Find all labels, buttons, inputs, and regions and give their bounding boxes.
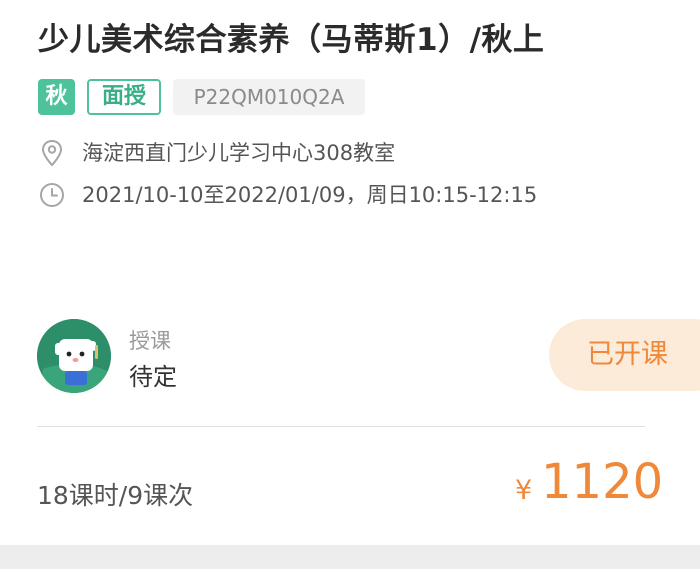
- season-tag: 秋: [38, 79, 75, 115]
- divider: [37, 426, 645, 427]
- lesson-count: 18课时/9课次: [37, 481, 194, 510]
- currency-symbol: ¥: [515, 475, 533, 506]
- teaching-mode-tag: 面授: [87, 79, 161, 115]
- teacher-label: 授课: [129, 329, 171, 353]
- location-text: 海淀西直门少儿学习中心308教室: [82, 141, 396, 165]
- course-card[interactable]: 少儿美术综合素养（马蒂斯1）/秋上 秋 面授 P22QM010Q2A 海淀西直门…: [0, 0, 700, 545]
- teacher-name: 待定: [129, 363, 177, 391]
- teacher-block: 授课 待定: [37, 319, 337, 393]
- course-code-tag: P22QM010Q2A: [173, 79, 365, 115]
- teacher-avatar: [37, 319, 111, 393]
- schedule-text: 2021/10-10至2022/01/09，周日10:15-12:15: [82, 183, 538, 207]
- course-title: 少儿美术综合素养（马蒂斯1）/秋上: [38, 22, 545, 58]
- clock-icon: [38, 180, 66, 210]
- price-amount: 1120: [541, 454, 664, 510]
- location-pin-icon: [38, 138, 66, 168]
- course-status-badge[interactable]: 已开课: [549, 319, 700, 391]
